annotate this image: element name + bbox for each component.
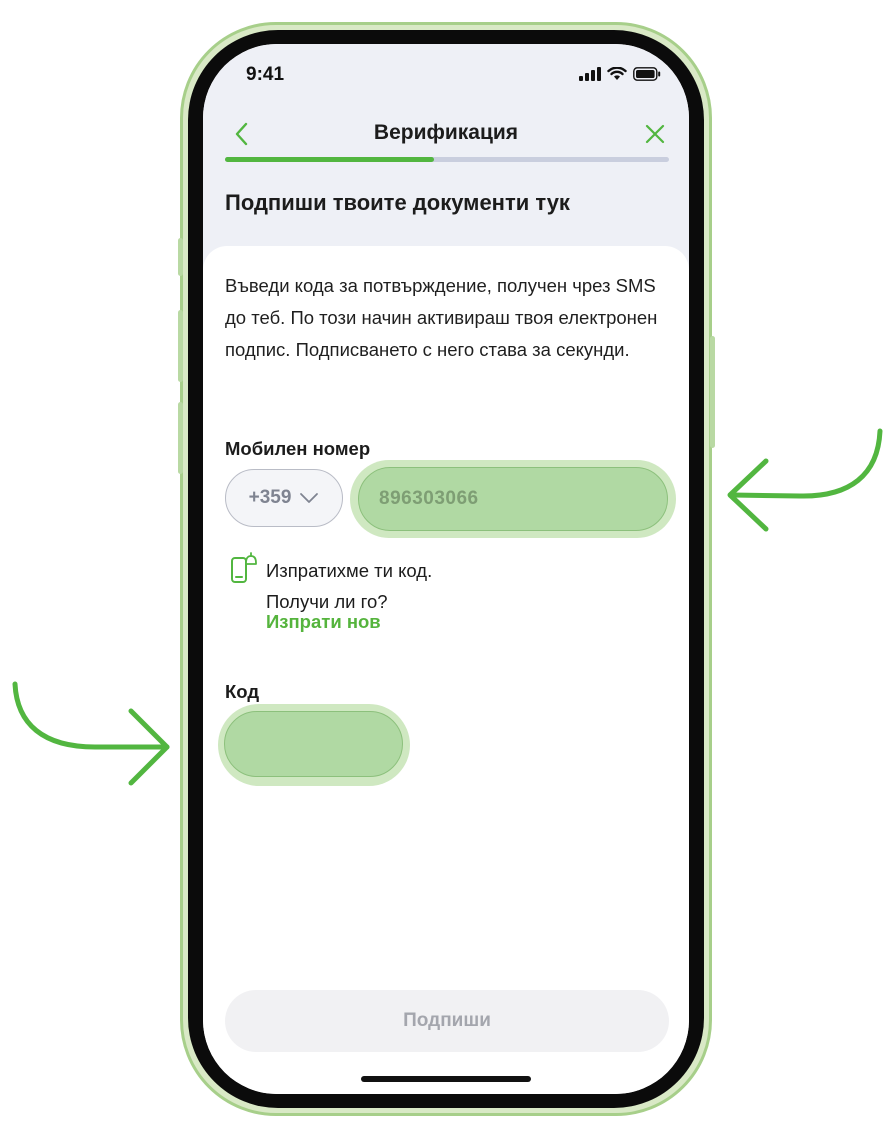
- content-card: [203, 246, 689, 1094]
- status-icons: [579, 64, 661, 84]
- progress-fill: [225, 157, 434, 162]
- country-code-select[interactable]: +359: [225, 469, 343, 527]
- side-button: [178, 238, 183, 276]
- mobile-number-label: Мобилен номер: [225, 438, 371, 459]
- sign-button[interactable]: Подпиши: [225, 990, 669, 1052]
- chevron-down-icon: [300, 493, 319, 503]
- section-heading: Подпиши твоите документи тук: [225, 190, 570, 215]
- code-input[interactable]: [224, 711, 403, 777]
- phone-number-value: 896303066: [379, 488, 479, 509]
- side-button: [710, 336, 715, 448]
- code-sent-message: Изпратихме ти код. Получи ли го?: [266, 555, 432, 617]
- home-indicator: [361, 1076, 531, 1082]
- country-code-value: +359: [248, 487, 292, 508]
- instructions-text: Въведи кода за потвърждение, получен чре…: [225, 275, 658, 360]
- phone-notification-icon: [231, 552, 257, 583]
- code-sent-line: Изпратихме ти код.: [266, 560, 433, 581]
- status-time: 9:41: [246, 64, 285, 85]
- code-label: Код: [225, 681, 260, 702]
- battery-icon: [633, 67, 661, 81]
- page-title: Верификация: [373, 121, 519, 144]
- side-button: [178, 310, 183, 382]
- side-button: [178, 402, 183, 474]
- phone-number-input[interactable]: 896303066: [358, 467, 668, 531]
- signal-icon: [579, 67, 601, 81]
- resend-code-link[interactable]: Изпрати нов: [266, 611, 381, 633]
- arrow-icon: [727, 428, 883, 532]
- wifi-icon: [607, 67, 627, 80]
- close-icon[interactable]: [643, 122, 667, 146]
- arrow-icon: [12, 681, 170, 786]
- phone-screen: 9:41 Верификация Подпиши твоите документ…: [203, 44, 689, 1094]
